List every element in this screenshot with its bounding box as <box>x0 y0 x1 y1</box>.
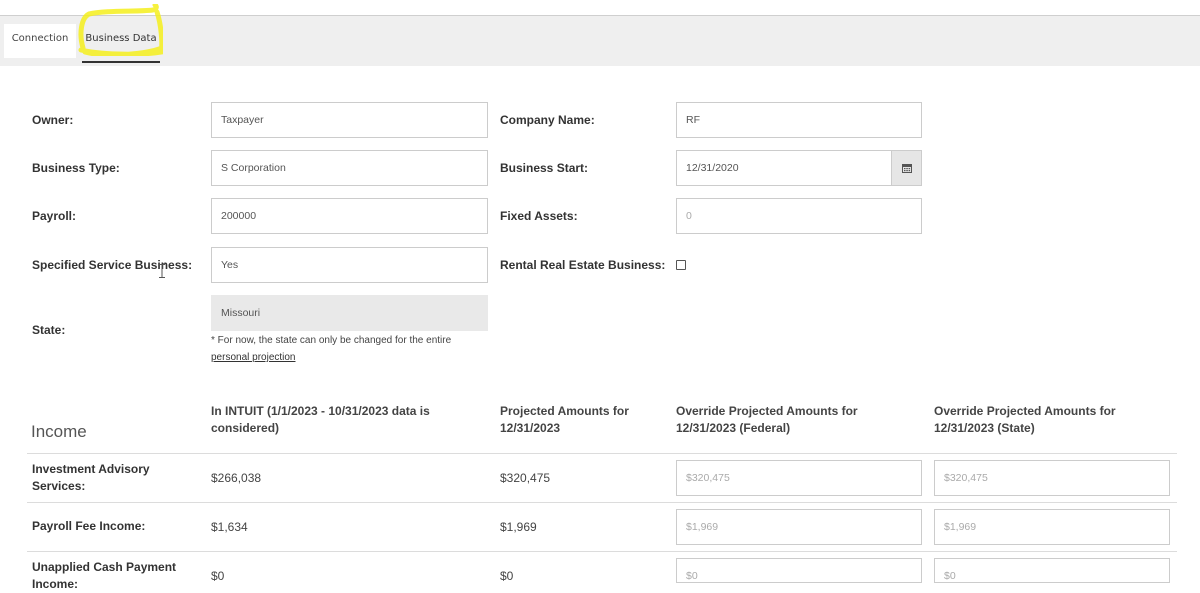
override-federal-input[interactable]: $1,969 <box>676 509 922 545</box>
column-header-override-federal: Override Projected Amounts for 12/31/202… <box>676 404 858 435</box>
business-start-field[interactable]: 12/31/2020 <box>676 150 892 186</box>
projected-value: $0 <box>500 569 514 583</box>
state-note: * For now, the state can only be changed… <box>211 332 451 366</box>
business-data-panel <box>4 66 1200 583</box>
intuit-value: $266,038 <box>211 471 262 485</box>
state-note-text: * For now, the state can only be changed… <box>211 335 452 346</box>
projected-value: $1,969 <box>500 520 537 534</box>
rental-real-estate-checkbox[interactable] <box>676 260 686 270</box>
income-row-label: Investment Advisory Services: <box>32 462 150 493</box>
rental-real-estate-label: Rental Real Estate Business: <box>500 258 666 272</box>
override-state-input[interactable]: $1,969 <box>934 509 1170 545</box>
personal-projection-link[interactable]: personal projection <box>211 352 296 363</box>
fixed-assets-label: Fixed Assets: <box>500 209 578 223</box>
tab-business-data[interactable]: Business Data <box>80 24 162 63</box>
column-header-override-state: Override Projected Amounts for 12/31/202… <box>934 404 1116 435</box>
company-name-field[interactable]: RF <box>676 102 922 138</box>
column-header-projected: Projected Amounts for 12/31/2023 <box>500 404 629 435</box>
fixed-assets-field[interactable]: 0 <box>676 198 922 234</box>
intuit-value: $0 <box>211 569 225 583</box>
income-row-label: Payroll Fee Income: <box>32 519 146 533</box>
row-divider <box>27 453 1177 454</box>
owner-label: Owner: <box>32 113 74 127</box>
projected-value: $320,475 <box>500 471 551 485</box>
specified-service-field[interactable]: Yes <box>211 247 488 283</box>
column-header-intuit: In INTUIT (1/1/2023 - 10/31/2023 data is… <box>211 404 430 435</box>
tab-bar: Connection Business Data <box>0 16 1200 66</box>
income-row-label: Unapplied Cash Payment Income: <box>32 560 177 591</box>
business-start-label: Business Start: <box>500 161 589 175</box>
intuit-value: $1,634 <box>211 520 248 534</box>
payroll-field[interactable]: 200000 <box>211 198 488 234</box>
company-name-label: Company Name: <box>500 113 595 127</box>
tab-business-data-label: Business Data <box>85 33 157 44</box>
tab-connection[interactable]: Connection <box>4 24 76 58</box>
business-type-field[interactable]: S Corporation <box>211 150 488 186</box>
payroll-label: Payroll: <box>32 209 77 223</box>
calendar-icon <box>901 164 912 173</box>
state-label: State: <box>32 323 66 337</box>
text-cursor-icon <box>159 264 165 278</box>
row-divider <box>27 551 1177 552</box>
calendar-button[interactable] <box>892 150 922 186</box>
state-field: Missouri <box>211 295 488 331</box>
override-federal-input[interactable]: $0 <box>676 558 922 583</box>
owner-field[interactable]: Taxpayer <box>211 102 488 138</box>
override-state-input[interactable]: $320,475 <box>934 460 1170 496</box>
row-divider <box>27 502 1177 503</box>
income-section-title: Income <box>31 422 87 441</box>
override-federal-input[interactable]: $320,475 <box>676 460 922 496</box>
active-tab-underline <box>82 61 160 63</box>
override-state-input[interactable]: $0 <box>934 558 1170 583</box>
business-type-label: Business Type: <box>32 161 120 175</box>
specified-service-label: Specified Service Business: <box>32 258 193 272</box>
